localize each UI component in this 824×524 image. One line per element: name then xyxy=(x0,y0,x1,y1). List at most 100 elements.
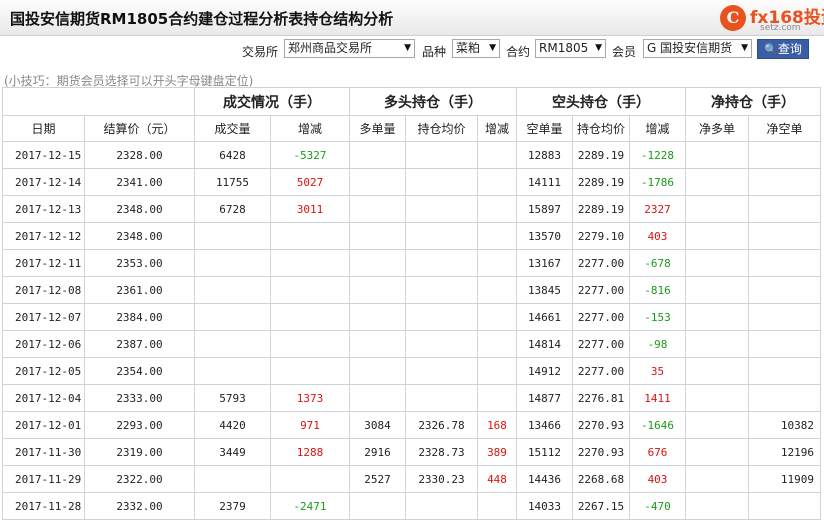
cell-long-avg xyxy=(405,141,478,169)
cell-net-long xyxy=(685,330,749,358)
cell-long xyxy=(349,492,406,520)
cell-net-long xyxy=(685,249,749,277)
column-header: 结算价（元） xyxy=(84,115,195,142)
exchange-label: 交易所 xyxy=(242,45,279,59)
cell-settle: 2384.00 xyxy=(84,303,195,331)
cell-settle: 2348.00 xyxy=(84,222,195,250)
cell-long-chg xyxy=(477,330,517,358)
variety-label: 品种 xyxy=(422,45,447,59)
column-header: 持仓均价 xyxy=(405,115,478,142)
cell-short-chg: -1646 xyxy=(629,411,686,439)
cell-long-chg xyxy=(477,357,517,385)
member-select[interactable]: G 国投安信期货 ▼ xyxy=(643,39,752,58)
cell-date: 2017-12-14 xyxy=(2,168,85,196)
table-row: 2017-12-05 2354.00 14912 2277.00 35 xyxy=(2,357,821,385)
cell-date: 2017-12-01 xyxy=(2,411,85,439)
cell-vol-chg xyxy=(270,249,350,277)
table-row: 2017-12-01 2293.00 4420 971 3084 2326.78 168 13… xyxy=(2,411,821,439)
cell-volume: 5793 xyxy=(194,384,271,412)
cell-short: 12883 xyxy=(516,141,573,169)
cell-settle: 2353.00 xyxy=(84,249,195,277)
cell-date: 2017-12-11 xyxy=(2,249,85,277)
cell-net-short xyxy=(748,195,821,223)
cell-long-avg xyxy=(405,195,478,223)
cell-settle: 2387.00 xyxy=(84,330,195,358)
chevron-down-icon: ▼ xyxy=(595,43,602,53)
cell-date: 2017-12-12 xyxy=(2,222,85,250)
position-table: 成交情况（手） 多头持仓（手） 空头持仓（手） 净持仓（手） 日期 结算价（元）成… xyxy=(2,87,821,520)
chevron-down-icon: ▼ xyxy=(741,43,748,53)
cell-short: 14661 xyxy=(516,303,573,331)
cell-vol-chg: 1373 xyxy=(270,384,350,412)
cell-short-chg: -678 xyxy=(629,249,686,277)
cell-date: 2017-12-06 xyxy=(2,330,85,358)
logo-domain: setz.com xyxy=(760,23,801,33)
cell-volume xyxy=(194,249,271,277)
cell-vol-chg xyxy=(270,276,350,304)
cell-short: 14033 xyxy=(516,492,573,520)
cell-settle: 2361.00 xyxy=(84,276,195,304)
column-header: 日期 xyxy=(2,115,85,142)
cell-settle: 2333.00 xyxy=(84,384,195,412)
cell-date: 2017-12-04 xyxy=(2,384,85,412)
group-header-net: 净持仓（手） xyxy=(685,87,821,116)
cell-settle: 2322.00 xyxy=(84,465,195,493)
query-button[interactable]: 🔍查询 xyxy=(757,39,809,59)
cell-short-chg: 403 xyxy=(629,222,686,250)
column-header: 成交量 xyxy=(194,115,271,142)
cell-short-avg: 2277.00 xyxy=(572,330,630,358)
cell-volume xyxy=(194,303,271,331)
cell-settle: 2354.00 xyxy=(84,357,195,385)
cell-short-avg: 2276.81 xyxy=(572,384,630,412)
member-label: 会员 xyxy=(612,45,637,59)
cell-net-long xyxy=(685,411,749,439)
cell-volume: 11755 xyxy=(194,168,271,196)
cell-volume: 3449 xyxy=(194,438,271,466)
cell-net-short: 11909 xyxy=(748,465,821,493)
group-header-blank xyxy=(2,87,195,116)
cell-long-chg xyxy=(477,384,517,412)
cell-long-avg xyxy=(405,357,478,385)
cell-short-chg: 676 xyxy=(629,438,686,466)
cell-settle: 2348.00 xyxy=(84,195,195,223)
contract-select[interactable]: RM1805 ▼ xyxy=(535,39,606,58)
table-row: 2017-12-04 2333.00 5793 1373 14877 2276.81 141… xyxy=(2,384,821,412)
cell-long-chg xyxy=(477,276,517,304)
cell-long-avg xyxy=(405,384,478,412)
cell-short-avg: 2277.00 xyxy=(572,249,630,277)
table-row: 2017-12-08 2361.00 13845 2277.00 -816 xyxy=(2,276,821,304)
cell-date: 2017-12-08 xyxy=(2,276,85,304)
cell-short-chg: 1411 xyxy=(629,384,686,412)
cell-net-short xyxy=(748,222,821,250)
table-row: 2017-12-06 2387.00 14814 2277.00 -98 xyxy=(2,330,821,358)
variety-select[interactable]: 菜粕 ▼ xyxy=(452,39,500,58)
column-header: 净空单 xyxy=(748,115,821,142)
cell-long-avg: 2326.78 xyxy=(405,411,478,439)
cell-short: 14111 xyxy=(516,168,573,196)
logo-mark-icon: C xyxy=(720,5,746,31)
cell-short-avg: 2279.10 xyxy=(572,222,630,250)
cell-net-short xyxy=(748,249,821,277)
page-title: 国投安信期货RM1805合约建仓过程分析表持仓结构分析 xyxy=(10,10,394,28)
cell-net-long xyxy=(685,195,749,223)
cell-net-short xyxy=(748,276,821,304)
cell-vol-chg: 971 xyxy=(270,411,350,439)
cell-net-short: 10382 xyxy=(748,411,821,439)
column-header: 多单量 xyxy=(349,115,406,142)
cell-net-long xyxy=(685,384,749,412)
cell-vol-chg xyxy=(270,330,350,358)
chevron-down-icon: ▼ xyxy=(404,43,411,53)
cell-date: 2017-12-15 xyxy=(2,141,85,169)
cell-long: 2916 xyxy=(349,438,406,466)
contract-value: RM1805 xyxy=(539,41,589,55)
exchange-select[interactable]: 郑州商品交易所 ▼ xyxy=(284,39,415,58)
cell-volume xyxy=(194,465,271,493)
column-header: 增减 xyxy=(270,115,350,142)
group-header-volume: 成交情况（手） xyxy=(194,87,350,116)
cell-volume xyxy=(194,222,271,250)
cell-long xyxy=(349,276,406,304)
cell-settle: 2332.00 xyxy=(84,492,195,520)
cell-net-short xyxy=(748,303,821,331)
cell-short-chg: 403 xyxy=(629,465,686,493)
brand-logo[interactable]: C fx168投资 setz.com xyxy=(718,4,824,34)
